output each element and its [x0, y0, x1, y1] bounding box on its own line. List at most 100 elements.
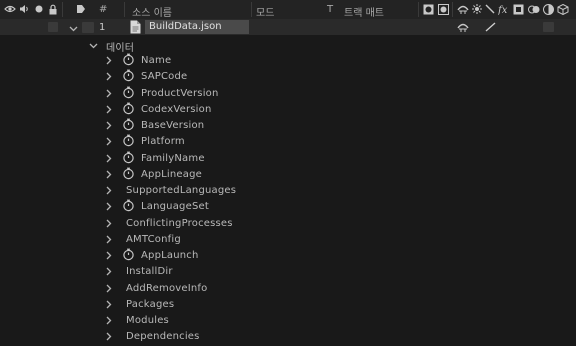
stopwatch-icon[interactable] [122, 151, 135, 167]
mode-header[interactable]: 모드 [256, 4, 274, 19]
lock-icon[interactable] [48, 4, 58, 18]
chevron-right-icon[interactable] [106, 186, 112, 198]
chevron-right-icon[interactable] [106, 72, 112, 84]
stopwatch-icon[interactable] [122, 199, 135, 215]
chevron-right-icon[interactable] [106, 300, 112, 312]
property-row[interactable]: InstallDir [0, 263, 576, 279]
header-divider [418, 2, 419, 17]
motion-blur-icon[interactable] [528, 4, 540, 18]
property-row[interactable]: SAPCode [0, 68, 576, 84]
3d-layer-icon[interactable] [557, 3, 569, 18]
stopwatch-icon[interactable] [122, 167, 135, 183]
property-label: CodexVersion [141, 103, 212, 115]
layer-row[interactable]: 1 BuildData.json [0, 19, 576, 35]
stopwatch-icon[interactable] [122, 86, 135, 102]
chevron-right-icon[interactable] [106, 267, 112, 279]
property-row[interactable]: Packages [0, 296, 576, 312]
chevron-right-icon[interactable] [106, 56, 112, 68]
property-row[interactable]: Name [0, 52, 576, 68]
stopwatch-icon[interactable] [122, 118, 135, 134]
track-matte-header[interactable]: 트랙 매트 [344, 4, 384, 19]
preserve-transparency-header[interactable]: T [327, 4, 333, 15]
property-label: Dependencies [126, 331, 200, 343]
property-label: Modules [126, 315, 169, 326]
audio-icon[interactable] [19, 4, 29, 17]
property-label: LanguageSet [141, 201, 209, 213]
transfer-mode-icon[interactable] [438, 4, 449, 18]
property-label: SupportedLanguages [126, 185, 237, 196]
property-label: AddRemoveInfo [126, 282, 208, 294]
chevron-right-icon[interactable] [106, 170, 112, 182]
header-divider [251, 2, 252, 17]
eye-icon[interactable] [4, 4, 16, 17]
property-label: AMTConfig [126, 233, 181, 245]
property-label: Packages [126, 298, 175, 310]
chevron-right-icon[interactable] [106, 105, 112, 117]
property-row[interactable]: ProductVersion [0, 85, 576, 101]
chevron-down-icon[interactable] [89, 41, 98, 52]
property-label: InstallDir [126, 266, 173, 278]
property-row[interactable]: CodexVersion [0, 101, 576, 117]
property-label: AppLaunch [141, 250, 199, 261]
adjustment-switch[interactable] [543, 22, 554, 32]
property-row[interactable]: AppLaunch [0, 247, 576, 263]
chevron-right-icon[interactable] [106, 332, 112, 344]
stopwatch-icon[interactable] [122, 102, 135, 118]
adjustment-layer-icon[interactable] [543, 4, 554, 18]
chevron-right-icon[interactable] [106, 316, 112, 328]
chevron-right-icon[interactable] [106, 154, 112, 166]
property-row[interactable]: Platform [0, 133, 576, 149]
json-file-icon [130, 20, 141, 37]
stopwatch-icon[interactable] [122, 134, 135, 150]
lock-toggle[interactable] [48, 22, 58, 32]
property-row[interactable]: BaseVersion [0, 117, 576, 133]
chevron-right-icon[interactable] [106, 251, 112, 263]
chevron-right-icon[interactable] [106, 219, 112, 231]
property-row[interactable]: AMTConfig [0, 231, 576, 247]
property-row[interactable]: ConflictingProcesses [0, 215, 576, 231]
timeline-panel: # 소스 이름 모드 T 트랙 매트 fx 1 BuildData.json 데… [0, 0, 576, 346]
property-label: FamilyName [141, 152, 205, 164]
shy-icon[interactable] [457, 4, 469, 17]
source-name-header[interactable]: 소스 이름 [132, 4, 172, 19]
header-divider [124, 2, 125, 17]
property-label: SAPCode [141, 71, 188, 83]
property-row[interactable]: Dependencies [0, 328, 576, 344]
solo-icon[interactable] [34, 4, 44, 17]
layer-name-field[interactable]: BuildData.json [145, 20, 249, 34]
column-header: # 소스 이름 모드 T 트랙 매트 fx [0, 0, 576, 20]
chevron-right-icon[interactable] [106, 202, 112, 214]
layer-number: 1 [99, 22, 106, 33]
frame-blending-icon[interactable] [513, 4, 524, 18]
chevron-right-icon[interactable] [106, 235, 112, 247]
property-row[interactable]: AddRemoveInfo [0, 280, 576, 296]
property-label: Platform [141, 136, 185, 148]
property-row[interactable]: LanguageSet [0, 198, 576, 214]
property-label: BaseVersion [141, 120, 205, 131]
chevron-right-icon[interactable] [106, 284, 112, 296]
effects-icon[interactable]: fx [497, 4, 510, 18]
shy-switch-icon[interactable] [457, 22, 469, 35]
label-tag-icon[interactable] [76, 4, 86, 17]
property-label: Name [141, 55, 172, 66]
property-row[interactable]: SupportedLanguages [0, 182, 576, 198]
property-row[interactable]: Modules [0, 312, 576, 328]
property-row[interactable]: AppLineage [0, 166, 576, 182]
property-row[interactable]: FamilyName [0, 150, 576, 166]
label-color-swatch[interactable] [82, 22, 94, 33]
chevron-right-icon[interactable] [106, 121, 112, 133]
property-label: AppLineage [141, 168, 203, 180]
chevron-down-icon[interactable] [69, 24, 78, 35]
svg-text:fx: fx [498, 5, 508, 15]
stopwatch-icon[interactable] [122, 69, 135, 85]
stopwatch-icon[interactable] [122, 248, 135, 264]
property-label: ProductVersion [141, 87, 219, 99]
stopwatch-icon[interactable] [122, 53, 135, 69]
chevron-right-icon[interactable] [106, 137, 112, 149]
quality-icon[interactable] [485, 4, 495, 17]
quality-switch-icon[interactable] [485, 22, 496, 35]
chevron-right-icon[interactable] [106, 89, 112, 101]
transfer-icon[interactable] [423, 4, 434, 18]
collapse-icon[interactable] [472, 4, 482, 17]
property-group-row[interactable]: 데이터 [0, 36, 576, 54]
